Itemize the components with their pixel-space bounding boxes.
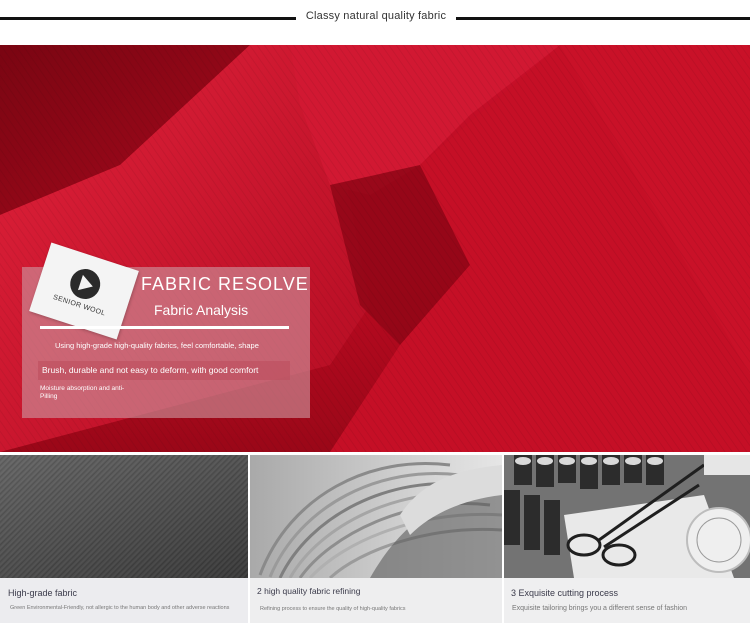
header-divider-left [0,17,296,20]
yarn-skein-image [250,455,502,578]
description-line-1: Using high-grade high-quality fabrics, f… [55,341,259,350]
heading-underline [40,326,289,329]
feature-card-2: 2 high quality fabric refining Refining … [250,578,502,623]
feature-title: 3 Exquisite cutting process [511,588,619,598]
feature-captions: High-grade fabric Green Environmental-Fr… [0,578,750,627]
senior-wool-logo: SENIOR WOOL [29,242,139,340]
feature-subtitle: Green Environmental-Friendly, not allerg… [10,605,230,611]
denim-fabric-image [0,455,248,578]
yarn-illustration [258,462,502,578]
feature-title: 2 high quality fabric refining [257,586,361,596]
description-line-2: Brush, durable and not easy to deform, w… [42,365,259,375]
fabric-resolve-heading: FABRIC RESOLVE [141,274,309,294]
header-divider-right [456,17,750,20]
description-line-3: Moisture absorption and anti-Pilling [40,385,125,400]
feature-subtitle: Refining process to ensure the quality o… [260,606,406,612]
header-title: Classy natural quality fabric [305,10,447,22]
fabric-analysis-subheading: Fabric Analysis [154,302,249,318]
feature-subtitle: Exquisite tailoring brings you a differe… [512,605,687,612]
page-header: Classy natural quality fabric [0,0,750,40]
sewing-tools-illustration [504,455,750,578]
analysis-overlay: SENIOR WOOL FABRIC RESOLVE Fabric Analys… [0,45,750,452]
sewing-tools-image [504,455,750,578]
feature-title: High-grade fabric [8,588,78,598]
feature-card-3: 3 Exquisite cutting process Exquisite ta… [504,578,750,623]
feature-card-1: High-grade fabric Green Environmental-Fr… [0,578,248,623]
